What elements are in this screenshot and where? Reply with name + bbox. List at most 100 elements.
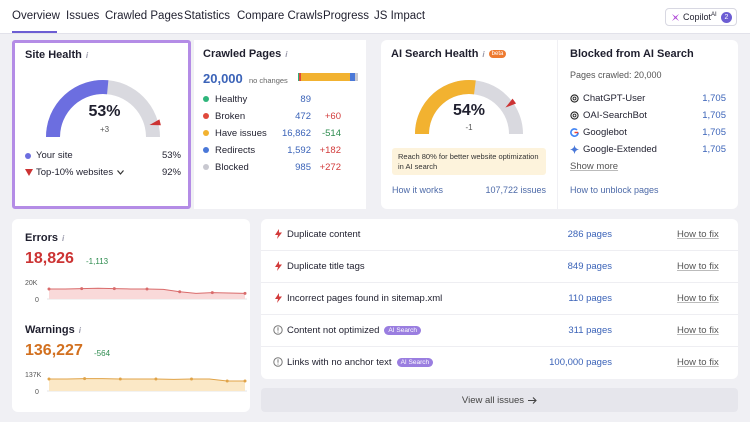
trend-point xyxy=(225,379,229,383)
blocked-row-oai-searchbot[interactable]: OAI-SearchBot 1,705 xyxy=(570,110,726,121)
chevron-down-icon xyxy=(117,170,125,175)
issue-row[interactable]: Incorrect pages found in sitemap.xml 110… xyxy=(261,283,738,315)
copilot-label: CopilotAI xyxy=(683,12,717,22)
trend-point xyxy=(47,287,51,291)
info-icon: i xyxy=(62,234,65,243)
errors-delta: -1,113 xyxy=(86,257,109,266)
issue-row[interactable]: Content not optimized AI Search 311 pages… xyxy=(261,315,738,347)
errors-title: Errors i xyxy=(25,232,65,244)
how-to-fix-link[interactable]: How to fix xyxy=(677,261,719,272)
ai-search-health-percent: 54% xyxy=(452,102,486,119)
healthy-dot xyxy=(203,96,209,102)
copilot-icon xyxy=(671,13,680,21)
ai-search-tag: AI Search xyxy=(384,326,421,335)
tab-js-impact[interactable]: JS Impact xyxy=(374,10,425,22)
copilot-button[interactable]: CopilotAI 2 xyxy=(665,8,737,26)
warnings-delta: -564 xyxy=(94,349,111,358)
info-icon: i xyxy=(85,51,89,60)
blocked-row-googlebot[interactable]: Googlebot 1,705 xyxy=(570,127,726,138)
crawled-pages-stacked-bar xyxy=(298,73,358,81)
beta-badge: beta xyxy=(488,50,507,58)
gemini-icon xyxy=(570,145,579,154)
errors-axis-bottom: 0 xyxy=(35,297,39,304)
trend-point xyxy=(112,287,116,291)
have-issues-dot xyxy=(203,130,209,136)
trend-point xyxy=(145,287,149,291)
warnings-area xyxy=(49,378,245,391)
trend-point xyxy=(83,377,87,381)
error-icon xyxy=(273,229,283,239)
tab-crawled-pages[interactable]: Crawled Pages xyxy=(105,10,183,22)
crawled-pages-title: Crawled Pages i xyxy=(203,48,288,60)
show-more-link[interactable]: Show more xyxy=(570,161,618,172)
tab-progress[interactable]: Progress xyxy=(323,10,369,22)
trend-point xyxy=(178,290,182,294)
trend-point xyxy=(243,291,247,295)
error-icon xyxy=(273,293,283,303)
arrow-right-icon xyxy=(528,396,537,404)
copilot-badge: 2 xyxy=(721,11,732,23)
warning-icon xyxy=(273,357,283,367)
issue-row[interactable]: Duplicate content 286 pages How to fix xyxy=(261,219,738,251)
errors-value[interactable]: 18,826 xyxy=(25,250,74,268)
blocked-row-chatgpt-user[interactable]: ChatGPT-User 1,705 xyxy=(570,93,726,104)
issue-count[interactable]: 100,000 pages xyxy=(549,357,612,368)
your-site-dot xyxy=(25,152,31,159)
google-icon xyxy=(570,128,579,137)
trend-point xyxy=(154,377,158,381)
tab-issues[interactable]: Issues xyxy=(66,10,99,22)
issue-count[interactable]: 849 pages xyxy=(568,261,612,272)
legend-top-websites[interactable]: Top-10% websites 92% xyxy=(25,167,181,178)
triangle-marker-icon xyxy=(25,169,33,176)
blocked-row-google-extended[interactable]: Google-Extended 1,705 xyxy=(570,144,726,155)
warnings-axis-top: 137K xyxy=(25,372,42,379)
issue-row[interactable]: Links with no anchor text AI Search 100,0… xyxy=(261,347,738,379)
view-all-issues-button[interactable]: View all issues xyxy=(261,388,738,412)
errors-sparkline: 20K 0 xyxy=(25,280,247,304)
trend-point xyxy=(47,377,51,381)
trend-point xyxy=(80,287,84,291)
active-tab-indicator xyxy=(12,31,57,33)
crawled-pages-card: Crawled Pages i 20,000 no changes Healthy… xyxy=(194,40,366,209)
how-to-unblock-link[interactable]: How to unblock pages xyxy=(570,185,659,195)
how-to-fix-link[interactable]: How to fix xyxy=(677,325,719,336)
warnings-value[interactable]: 136,227 xyxy=(25,342,83,360)
how-it-works-link[interactable]: How it works xyxy=(392,185,443,195)
ai-search-health-card: AI Search Health i beta 54% -1 Reach 80% … xyxy=(381,40,557,209)
issues-card: Duplicate content 286 pages How to fix D… xyxy=(261,219,738,379)
site-health-card[interactable]: Site Health i 53% +3 Your site 53% Top-10… xyxy=(12,40,191,209)
blocked-dot xyxy=(203,164,209,170)
openai-icon xyxy=(570,94,579,103)
warning-icon xyxy=(273,325,283,335)
trend-point xyxy=(118,377,122,381)
warnings-title: Warnings i xyxy=(25,324,81,336)
site-health-delta: +3 xyxy=(99,125,110,134)
trend-point xyxy=(210,291,214,295)
tab-compare-crawls[interactable]: Compare Crawls xyxy=(237,10,323,22)
tab-statistics[interactable]: Statistics xyxy=(184,10,230,22)
site-health-title: Site Health i xyxy=(25,49,89,61)
tab-overview[interactable]: Overview xyxy=(12,10,60,22)
trend-point xyxy=(190,377,193,381)
blocked-subtitle: Pages crawled: 20,000 xyxy=(570,70,662,80)
issue-count[interactable]: 311 pages xyxy=(568,325,612,336)
errors-axis-top: 20K xyxy=(25,280,38,287)
issue-count[interactable]: 110 pages xyxy=(568,293,612,304)
blocked-title: Blocked from AI Search xyxy=(570,48,694,60)
openai-icon xyxy=(570,111,579,120)
info-icon: i xyxy=(482,49,485,59)
crawled-pages-total[interactable]: 20,000 xyxy=(203,71,243,86)
how-to-fix-link[interactable]: How to fix xyxy=(677,229,719,240)
trend-point xyxy=(243,379,247,383)
ai-search-health-delta: -1 xyxy=(465,123,473,132)
ai-search-health-title: AI Search Health i beta xyxy=(391,48,507,60)
warnings-sparkline: 137K 0 xyxy=(25,372,247,396)
how-to-fix-link[interactable]: How to fix xyxy=(677,357,719,368)
info-icon: i xyxy=(285,50,288,59)
site-health-percent: 53% xyxy=(88,103,121,120)
issue-row[interactable]: Duplicate title tags 849 pages How to fi… xyxy=(261,251,738,283)
ai-issues-link[interactable]: 107,722 issues xyxy=(485,185,546,195)
issue-count[interactable]: 286 pages xyxy=(568,229,612,240)
redirects-dot xyxy=(203,147,209,153)
how-to-fix-link[interactable]: How to fix xyxy=(677,293,719,304)
